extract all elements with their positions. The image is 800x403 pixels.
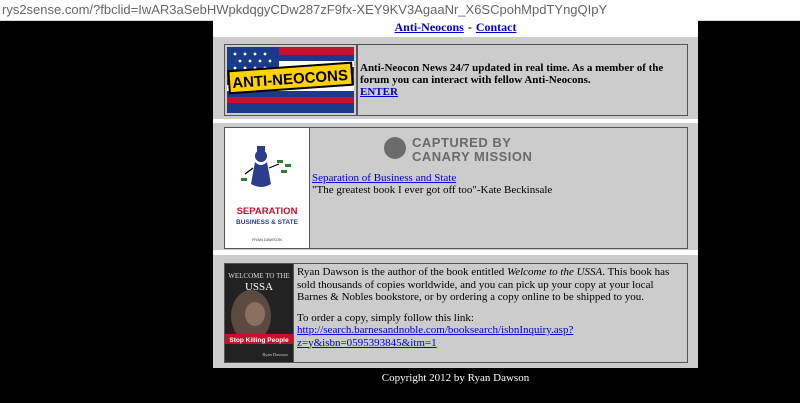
order-instructions: To order a copy, simply follow this link… — [297, 311, 574, 349]
watermark-line1: CAPTURED BY — [412, 135, 512, 150]
top-nav: Anti-Neocons - Contact — [213, 20, 698, 34]
anti-neocons-logo-frame: ANTI-NEOCONS — [224, 44, 357, 116]
ussa-book-title: Welcome to the USSA — [507, 266, 603, 278]
ussa-info-box: Ryan Dawson is the author of the book en… — [293, 263, 688, 363]
svg-text:USSA: USSA — [245, 281, 273, 293]
barnes-noble-link[interactable]: http://search.barnesandnoble.com/booksea… — [297, 324, 573, 349]
anti-neocons-description: Anti-Neocon News 24/7 updated in real ti… — [360, 62, 664, 86]
enter-link[interactable]: ENTER — [360, 86, 398, 98]
svg-text:SEPARATION: SEPARATION — [237, 206, 298, 217]
separation-cover-art: SEPARATION BUSINESS & STATE RYAN DAWSON — [225, 128, 309, 248]
nav-link-contact[interactable]: Contact — [476, 20, 517, 34]
canary-watermark: CAPTURED BY CANARY MISSION — [384, 133, 594, 165]
ussa-cover-art: WELCOME TO THE USSA Stop Killing People … — [225, 264, 293, 362]
anti-neocons-logo[interactable]: ANTI-NEOCONS — [225, 45, 356, 115]
nav-link-anti-neocons[interactable]: Anti-Neocons — [395, 20, 464, 34]
url-text: rys2sense.com/?fbclid=IwAR3aSebHWpkdqgyC… — [2, 2, 608, 17]
ussa-book-cover[interactable]: WELCOME TO THE USSA Stop Killing People … — [224, 263, 294, 363]
svg-text:RYAN DAWSON: RYAN DAWSON — [252, 237, 282, 242]
svg-text:Stop Killing People: Stop Killing People — [229, 337, 289, 344]
ussa-description: Ryan Dawson is the author of the book en… — [297, 266, 670, 303]
separation-book-cover[interactable]: SEPARATION BUSINESS & STATE RYAN DAWSON — [224, 127, 310, 249]
nav-separator: - — [467, 20, 472, 34]
anti-neocons-info-box: Anti-Neocon News 24/7 updated in real ti… — [357, 44, 688, 116]
address-bar[interactable]: rys2sense.com/?fbclid=IwAR3aSebHWpkdqgyC… — [0, 0, 800, 21]
svg-text:BUSINESS & STATE: BUSINESS & STATE — [236, 219, 299, 226]
book-quote: "The greatest book I ever got off too"-K… — [312, 184, 553, 196]
svg-text:Ryan Dawson: Ryan Dawson — [262, 352, 288, 357]
svg-text:WELCOME TO THE: WELCOME TO THE — [228, 272, 289, 280]
separation-book-link[interactable]: Separation of Business and State — [312, 172, 456, 184]
canary-bird-icon — [384, 137, 406, 159]
watermark-line2: CANARY MISSION — [412, 149, 533, 164]
footer-copyright: Copyright 2012 by Ryan Dawson — [381, 372, 530, 384]
separation-info-box: CAPTURED BY CANARY MISSION Separation of… — [309, 127, 688, 249]
